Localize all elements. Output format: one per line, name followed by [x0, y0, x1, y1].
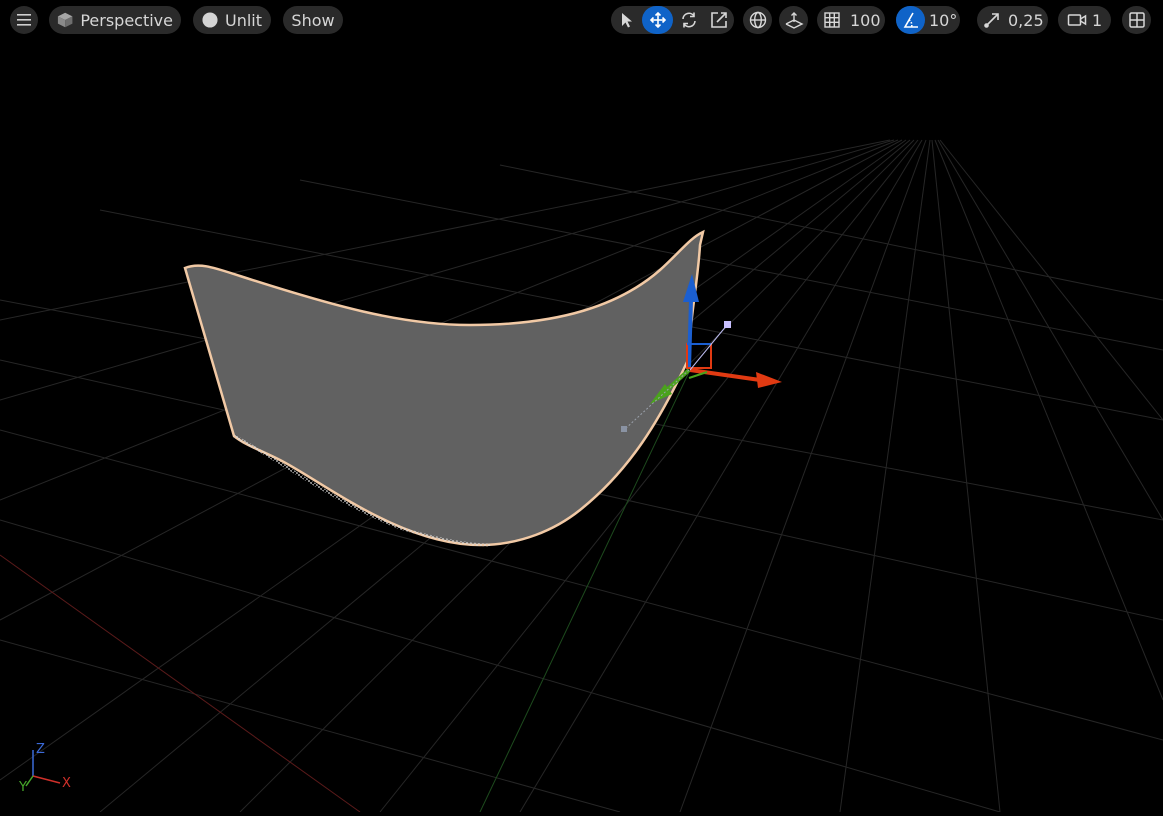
- surface-snap-icon: [785, 12, 804, 29]
- cube-icon: [57, 12, 73, 28]
- coordinate-space-button[interactable]: [743, 6, 772, 34]
- transform-tools-group: [611, 6, 734, 34]
- viewport-layout-button[interactable]: [1122, 6, 1151, 34]
- angle-icon: [903, 12, 918, 28]
- scale-snap-group: 0,25: [977, 6, 1048, 34]
- select-tool-button[interactable]: [611, 6, 642, 34]
- rotate-tool-button[interactable]: [673, 6, 704, 34]
- axis-y-label: Y: [19, 780, 27, 795]
- grid-icon: [824, 12, 840, 28]
- x-axis-line: [0, 554, 361, 813]
- rotation-snap-value[interactable]: 10°: [929, 11, 957, 30]
- scene-canvas[interactable]: [0, 0, 1163, 813]
- axis-x-label: X: [62, 776, 71, 791]
- rotation-snap-toggle[interactable]: [896, 6, 925, 34]
- axis-z-label: Z: [36, 742, 45, 757]
- gizmo-screen-handle-line: [689, 324, 728, 371]
- camera-speed-button[interactable]: 1: [1058, 6, 1111, 34]
- surface-snap-button[interactable]: [779, 6, 808, 34]
- rotation-snap-group: 10°: [896, 6, 960, 34]
- globe-icon: [749, 11, 766, 29]
- lighting-mode-label: Unlit: [224, 10, 262, 30]
- show-label: Show: [291, 10, 335, 30]
- 3d-viewport[interactable]: Z X Y: [0, 0, 1163, 813]
- grid-snap-value[interactable]: 100: [850, 11, 881, 30]
- selected-curved-mesh[interactable]: [183, 229, 705, 547]
- scale-arrow-icon[interactable]: [983, 11, 1001, 29]
- grid-snap-toggle[interactable]: 100: [817, 6, 885, 34]
- gizmo-screen-handle[interactable]: [724, 321, 731, 328]
- scale-icon: [711, 12, 727, 28]
- camera-speed-value: 1: [1092, 10, 1103, 30]
- cursor-arrow-icon: [621, 13, 632, 28]
- rotate-icon: [681, 12, 696, 28]
- move-arrows-icon: [649, 11, 666, 29]
- viewport-menu-button[interactable]: [10, 6, 38, 34]
- scale-tool-button[interactable]: [704, 6, 734, 34]
- camera-icon: [1067, 14, 1087, 26]
- hamburger-icon: [17, 14, 31, 26]
- view-mode-dropdown[interactable]: Perspective: [49, 6, 181, 34]
- lighting-mode-dropdown[interactable]: Unlit: [193, 6, 271, 34]
- gizmo-z-axis[interactable]: [687, 299, 693, 369]
- circle-icon: [202, 12, 218, 28]
- show-dropdown[interactable]: Show: [283, 6, 343, 34]
- scale-snap-value[interactable]: 0,25: [1008, 11, 1044, 30]
- translate-tool-button[interactable]: [642, 6, 673, 34]
- viewport-layout-icon: [1128, 12, 1145, 28]
- view-mode-label: Perspective: [80, 10, 173, 30]
